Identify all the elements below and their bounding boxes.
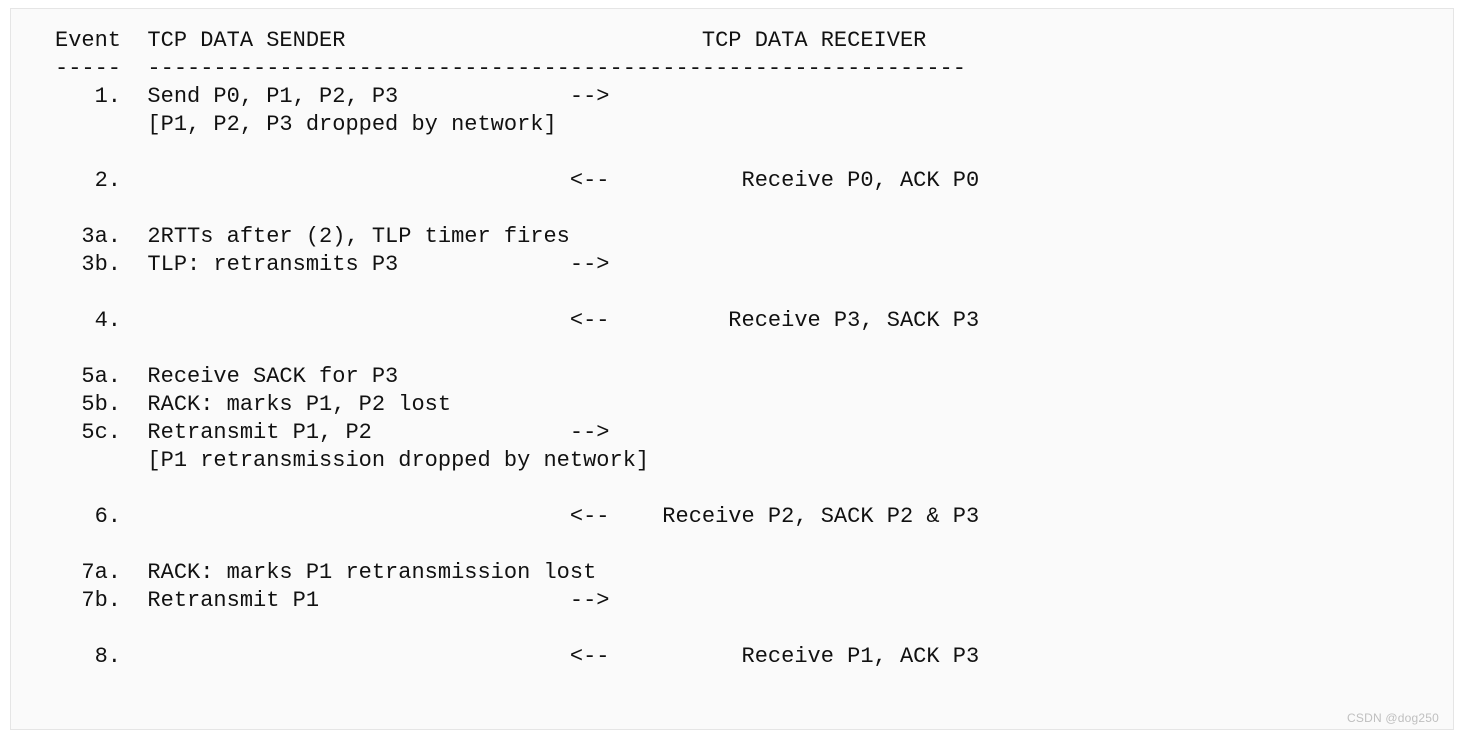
watermark: CSDN @dog250 [1347, 711, 1439, 725]
tcp-event-diagram: Event TCP DATA SENDER TCP DATA RECEIVER … [55, 27, 1425, 671]
code-frame: Event TCP DATA SENDER TCP DATA RECEIVER … [10, 8, 1454, 730]
